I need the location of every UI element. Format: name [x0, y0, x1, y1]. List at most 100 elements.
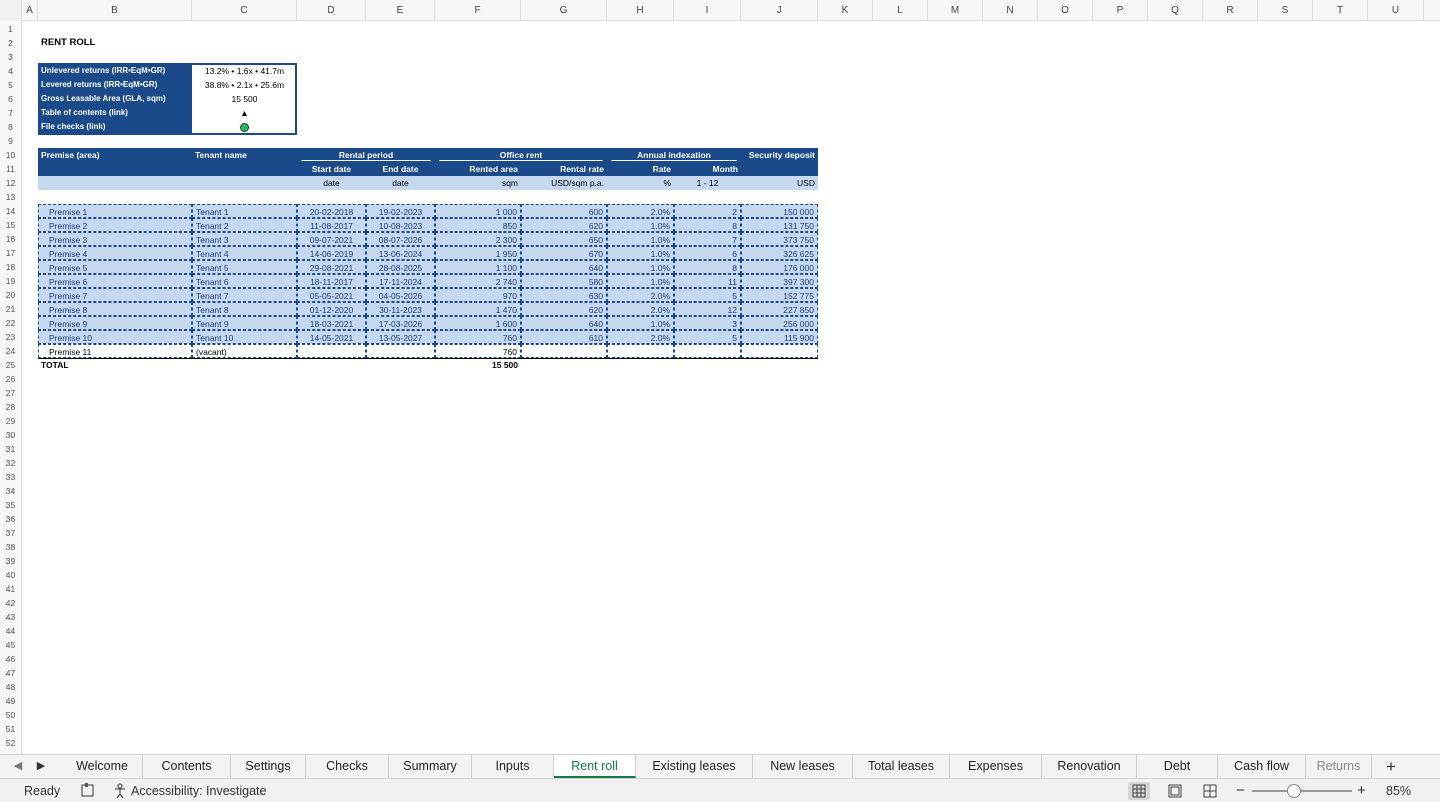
row-header-8[interactable]: 8 [0, 120, 21, 134]
table-cell[interactable] [521, 344, 607, 358]
table-cell[interactable]: 8 [674, 260, 741, 274]
column-header-g[interactable]: G [521, 0, 607, 21]
table-cell[interactable]: 256 000 [741, 316, 818, 330]
table-cell[interactable]: 1.0% [607, 218, 674, 232]
table-cell[interactable]: 1.0% [607, 246, 674, 260]
row-header-50[interactable]: 50 [0, 708, 21, 722]
table-cell[interactable] [607, 344, 674, 358]
table-cell[interactable]: Premise 7 [38, 288, 192, 302]
page-layout-view-icon[interactable] [1164, 782, 1186, 800]
column-header-m[interactable]: M [928, 0, 983, 21]
row-header-18[interactable]: 18 [0, 260, 21, 274]
table-cell[interactable]: 10-08-2023 [366, 218, 435, 232]
table-cell[interactable]: 610 [521, 330, 607, 344]
column-header-i[interactable]: I [674, 0, 741, 21]
sheet-tab-summary[interactable]: Summary [389, 755, 472, 778]
table-cell[interactable]: 373 750 [741, 232, 818, 246]
table-cell[interactable]: 1 000 [435, 204, 521, 218]
select-all-corner[interactable] [0, 0, 22, 21]
table-cell[interactable]: 2.0% [607, 330, 674, 344]
row-header-30[interactable]: 30 [0, 428, 21, 442]
table-cell[interactable]: Tenant 4 [192, 246, 297, 260]
add-sheet-icon[interactable]: + [1380, 755, 1402, 778]
zoom-in-icon[interactable]: + [1357, 779, 1366, 802]
table-cell[interactable]: Premise 1 [38, 204, 192, 218]
table-cell[interactable]: 1.0% [607, 260, 674, 274]
table-cell[interactable] [366, 344, 435, 358]
column-header-u[interactable]: U [1368, 0, 1424, 21]
sheet-tab-cash-flow[interactable]: Cash flow [1218, 755, 1306, 778]
table-cell[interactable]: 01-12-2020 [297, 302, 366, 316]
table-cell[interactable]: 29-08-2021 [297, 260, 366, 274]
column-header-e[interactable]: E [366, 0, 435, 21]
table-cell[interactable]: Tenant 7 [192, 288, 297, 302]
table-cell[interactable]: 28-08-2025 [366, 260, 435, 274]
row-header-37[interactable]: 37 [0, 526, 21, 540]
summary-value[interactable]: 38.8% • 2.1x • 25.6m [192, 78, 297, 92]
row-header-24[interactable]: 24 [0, 344, 21, 358]
row-header-11[interactable]: 11 [0, 162, 21, 176]
table-cell[interactable]: Tenant 3 [192, 232, 297, 246]
sheet-tab-total-leases[interactable]: Total leases [853, 755, 950, 778]
table-cell[interactable]: 670 [521, 246, 607, 260]
table-cell[interactable] [741, 344, 818, 358]
row-header-36[interactable]: 36 [0, 512, 21, 526]
row-header-52[interactable]: 52 [0, 736, 21, 750]
table-cell[interactable]: Premise 6 [38, 274, 192, 288]
table-cell[interactable]: Premise 10 [38, 330, 192, 344]
table-cell[interactable]: 1.0% [607, 274, 674, 288]
column-header-q[interactable]: Q [1148, 0, 1203, 21]
row-header-27[interactable]: 27 [0, 386, 21, 400]
table-cell[interactable]: 640 [521, 316, 607, 330]
table-cell[interactable]: 3 [674, 316, 741, 330]
row-header-5[interactable]: 5 [0, 78, 21, 92]
table-cell[interactable]: 08-07-2026 [366, 232, 435, 246]
sheet-tab-returns[interactable]: Returns [1306, 755, 1372, 778]
sheet-tab-new-leases[interactable]: New leases [753, 755, 853, 778]
table-cell[interactable]: 640 [521, 260, 607, 274]
table-cell[interactable]: 2.0% [607, 302, 674, 316]
row-header-4[interactable]: 4 [0, 64, 21, 78]
sheet-tab-rent-roll[interactable]: Rent roll [554, 755, 636, 778]
sheet-tab-renovation[interactable]: Renovation [1042, 755, 1137, 778]
table-cell[interactable]: 850 [435, 218, 521, 232]
row-header-2[interactable]: 2 [0, 36, 21, 50]
table-cell[interactable]: 1.0% [607, 232, 674, 246]
sheet-tab-checks[interactable]: Checks [306, 755, 389, 778]
row-header-43[interactable]: 43 [0, 610, 21, 624]
row-header-32[interactable]: 32 [0, 456, 21, 470]
table-cell[interactable]: 11 [674, 274, 741, 288]
accessibility-status[interactable]: Accessibility: Investigate [131, 779, 266, 802]
table-cell[interactable]: 600 [521, 204, 607, 218]
row-header-40[interactable]: 40 [0, 568, 21, 582]
table-cell[interactable]: Tenant 9 [192, 316, 297, 330]
table-cell[interactable]: Premise 11 [38, 344, 192, 358]
table-cell[interactable]: 2.0% [607, 204, 674, 218]
row-header-13[interactable]: 13 [0, 190, 21, 204]
table-cell[interactable]: Premise 5 [38, 260, 192, 274]
row-header-21[interactable]: 21 [0, 302, 21, 316]
table-cell[interactable]: 14-05-2021 [297, 330, 366, 344]
row-header-26[interactable]: 26 [0, 372, 21, 386]
table-cell[interactable]: Premise 2 [38, 218, 192, 232]
column-header-p[interactable]: P [1093, 0, 1148, 21]
row-header-6[interactable]: 6 [0, 92, 21, 106]
table-cell[interactable]: 5 [674, 288, 741, 302]
row-header-51[interactable]: 51 [0, 722, 21, 736]
tab-scroll-left-icon[interactable]: ◀ [8, 755, 28, 778]
row-header-20[interactable]: 20 [0, 288, 21, 302]
table-cell[interactable]: 2.0% [607, 288, 674, 302]
sheet-tab-expenses[interactable]: Expenses [950, 755, 1042, 778]
table-cell[interactable]: Tenant 6 [192, 274, 297, 288]
row-header-10[interactable]: 10 [0, 148, 21, 162]
row-header-28[interactable]: 28 [0, 400, 21, 414]
row-header-19[interactable]: 19 [0, 274, 21, 288]
page-break-view-icon[interactable] [1199, 782, 1221, 800]
table-cell[interactable]: Premise 9 [38, 316, 192, 330]
table-cell[interactable]: 620 [521, 218, 607, 232]
column-header-f[interactable]: F [435, 0, 521, 21]
column-header-o[interactable]: O [1038, 0, 1093, 21]
table-cell[interactable]: 580 [521, 274, 607, 288]
macro-record-icon[interactable] [80, 779, 96, 802]
table-cell[interactable]: Tenant 1 [192, 204, 297, 218]
